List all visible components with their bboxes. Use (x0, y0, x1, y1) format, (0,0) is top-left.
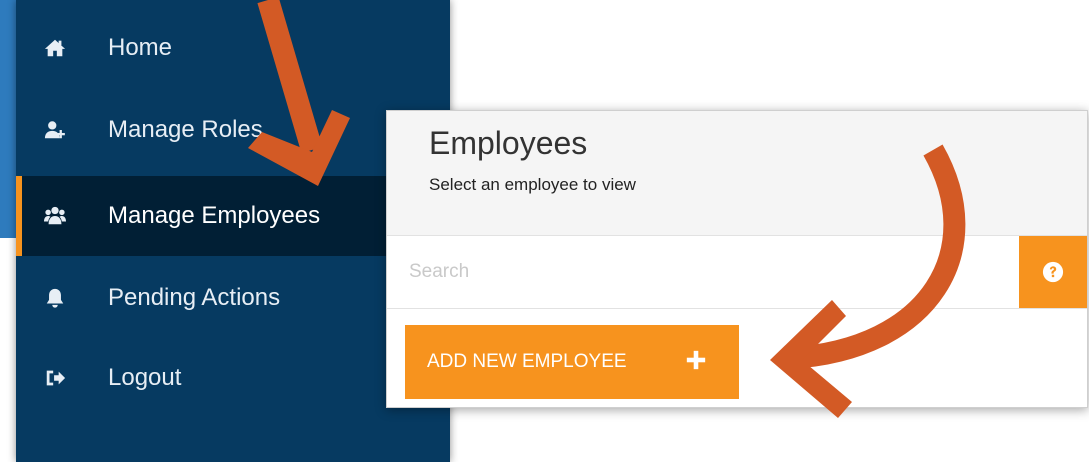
sidebar-item-label: Manage Roles (108, 116, 263, 143)
bell-icon (42, 285, 68, 311)
help-button[interactable] (1019, 236, 1087, 308)
panel-header: Employees Select an employee to view (387, 111, 1087, 236)
sidebar-item-label: Pending Actions (108, 284, 281, 311)
search-row (387, 236, 1087, 309)
sidebar-item-pending-actions[interactable]: Pending Actions (16, 258, 450, 338)
plus-icon (686, 350, 706, 370)
employees-panel: Employees Select an employee to view ADD… (386, 110, 1088, 408)
home-icon (42, 35, 68, 61)
sidebar-item-label: Logout (108, 364, 182, 391)
sign-out-icon (42, 365, 68, 391)
page-title: Employees (429, 125, 588, 161)
sidebar-item-logout[interactable]: Logout (16, 338, 450, 418)
add-new-employee-button[interactable]: ADD NEW EMPLOYEE (405, 325, 739, 399)
sidebar-item-manage-roles[interactable]: Manage Roles (16, 90, 450, 170)
users-icon (42, 203, 68, 229)
add-user-icon (42, 117, 68, 143)
add-new-employee-label: ADD NEW EMPLOYEE (427, 351, 627, 372)
page-subtitle: Select an employee to view (429, 175, 636, 194)
sidebar-item-label: Home (108, 34, 173, 61)
sidebar-item-label: Manage Employees (108, 202, 321, 229)
sidebar-item-home[interactable]: Home (16, 8, 450, 88)
search-input[interactable] (387, 236, 1019, 308)
sidebar-item-manage-employees[interactable]: Manage Employees (16, 176, 450, 256)
sidebar: Home Manage Roles Manage Employees Pendi… (16, 0, 450, 462)
question-circle-icon (1042, 261, 1064, 283)
